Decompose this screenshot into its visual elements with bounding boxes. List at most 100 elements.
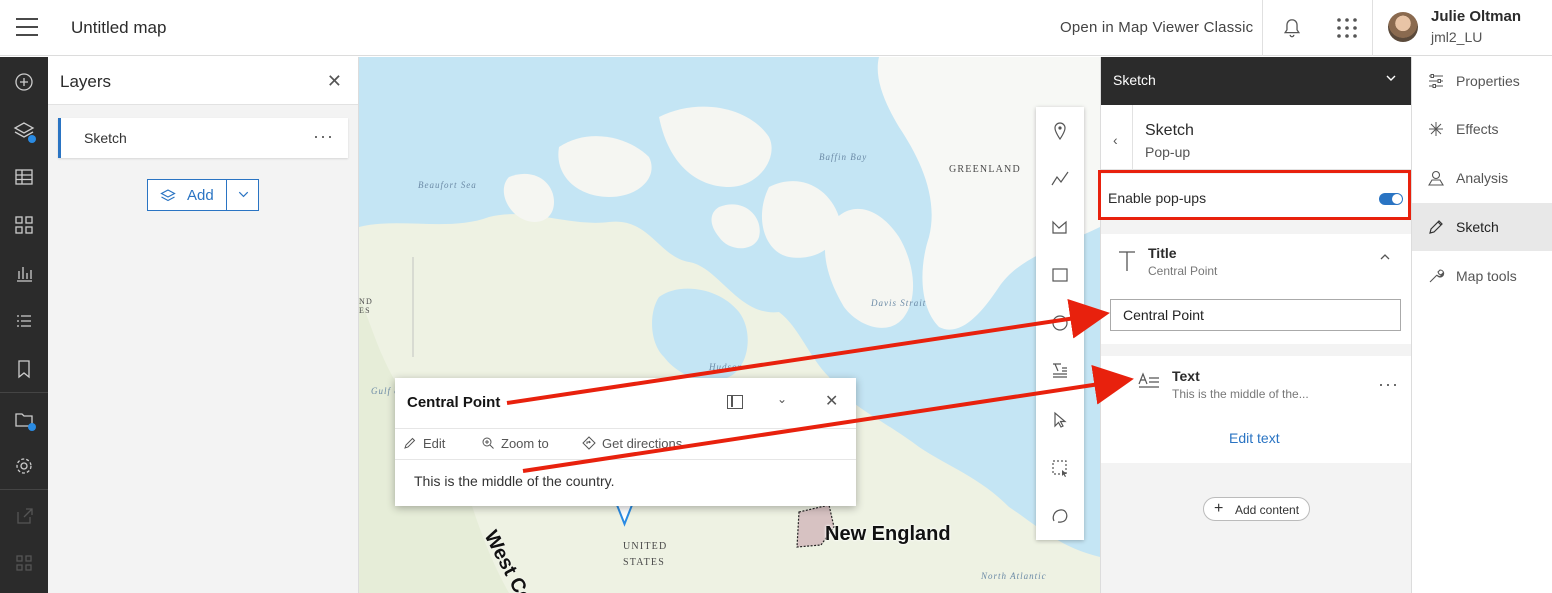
add-button-label: Add xyxy=(187,187,214,204)
add-dropdown-button[interactable] xyxy=(226,179,259,211)
rectangle-tool-icon[interactable] xyxy=(1050,265,1070,285)
title-element-card: Title Central Point xyxy=(1101,234,1412,344)
popup-title: Central Point xyxy=(407,394,501,411)
app-launcher-icon[interactable] xyxy=(1336,17,1358,39)
panel-title: Sketch xyxy=(1145,122,1194,139)
chevron-up-icon[interactable] xyxy=(1380,252,1390,262)
select-pointer-icon[interactable] xyxy=(1050,410,1070,430)
add-content-button[interactable]: + Add content xyxy=(1203,497,1310,521)
bookmark-icon[interactable] xyxy=(12,357,36,381)
dock-icon[interactable] xyxy=(727,395,743,409)
expand-grid-icon[interactable] xyxy=(12,551,36,575)
rectangle-select-icon[interactable] xyxy=(1050,458,1070,478)
map-label-baffin-bay: Baffin Bay xyxy=(819,152,868,162)
rail-item-label: Analysis xyxy=(1456,170,1509,186)
rail-item-map-tools[interactable]: Map tools xyxy=(1412,252,1552,300)
add-layer-button[interactable]: Add xyxy=(147,179,227,211)
text-tool-icon[interactable] xyxy=(1050,361,1070,381)
rail-item-label: Effects xyxy=(1456,121,1499,137)
zoom-to-action-label: Zoom to xyxy=(501,436,549,451)
zoom-in-icon xyxy=(482,437,494,449)
active-indicator xyxy=(28,135,36,143)
rail-item-label: Map tools xyxy=(1456,268,1517,284)
directions-icon xyxy=(582,436,596,450)
pen-icon xyxy=(1429,220,1443,234)
sliders-icon xyxy=(1429,74,1443,88)
title-input[interactable] xyxy=(1110,299,1401,331)
pencil-icon xyxy=(404,437,416,449)
layer-selector-dropdown[interactable]: Sketch xyxy=(1101,57,1412,105)
map-label-new-england: New England xyxy=(825,523,951,545)
map-title[interactable]: Untitled map xyxy=(71,18,166,38)
close-icon[interactable]: ✕ xyxy=(825,391,838,411)
polyline-tool-icon[interactable] xyxy=(1050,169,1070,189)
zoom-to-action[interactable]: Zoom to xyxy=(481,436,549,451)
sketch-toolbar xyxy=(1036,107,1084,540)
layers-panel: Layers ✕ Sketch ··· Add xyxy=(48,57,359,593)
rail-divider xyxy=(0,489,48,490)
text-element-card: Text This is the middle of the... ··· Ed… xyxy=(1101,356,1412,463)
map-view[interactable]: Beaufort Sea Baffin Bay GREENLAND Davis … xyxy=(359,57,1100,593)
left-rail xyxy=(0,57,48,593)
layers-icon[interactable] xyxy=(12,119,36,143)
open-classic-link[interactable]: Open in Map Viewer Classic xyxy=(1060,19,1253,36)
active-indicator xyxy=(28,423,36,431)
user-id: jml2_LU xyxy=(1431,29,1483,45)
rail-divider xyxy=(0,392,48,393)
chevron-down-icon[interactable]: ⌄ xyxy=(777,392,787,406)
map-label-united-states: UNITED STATES xyxy=(623,541,668,568)
rail-item-analysis[interactable]: Analysis xyxy=(1412,154,1552,202)
circle-tool-icon[interactable] xyxy=(1050,313,1070,333)
map-label-hudson: Hudson xyxy=(709,362,744,372)
settings-gear-icon[interactable] xyxy=(12,454,36,478)
analysis-icon xyxy=(1428,170,1444,186)
sketch-panel: Sketch ‹ Sketch Pop-up Enable pop-ups Ti… xyxy=(1098,57,1412,593)
back-arrow-icon[interactable]: ‹ xyxy=(1113,132,1118,148)
right-rail: Properties Effects Analysis Sketch Map t… xyxy=(1411,57,1552,593)
rail-item-sketch[interactable]: Sketch xyxy=(1412,203,1552,251)
edit-action[interactable]: Edit xyxy=(403,436,445,451)
basemap xyxy=(359,57,1100,593)
rail-item-properties[interactable]: Properties xyxy=(1412,57,1552,105)
tables-icon[interactable] xyxy=(12,165,36,189)
top-bar: Untitled map Open in Map Viewer Classic … xyxy=(0,0,1552,56)
title-text-icon xyxy=(1119,251,1135,271)
polygon-tool-icon[interactable] xyxy=(1050,217,1070,237)
charts-icon[interactable] xyxy=(12,262,36,286)
annotation-highlight-box xyxy=(1098,170,1411,220)
edit-action-label: Edit xyxy=(423,436,446,451)
title-element-label: Title xyxy=(1148,245,1177,261)
avatar[interactable] xyxy=(1388,12,1418,42)
point-tool-icon[interactable] xyxy=(1050,121,1070,141)
legend-icon[interactable] xyxy=(12,213,36,237)
panel-subtitle: Pop-up xyxy=(1145,144,1191,160)
popup-actions: Edit Zoom to Get directions xyxy=(395,428,856,460)
map-label-davis-strait: Davis Strait xyxy=(871,298,927,308)
save-folder-icon[interactable] xyxy=(12,407,36,431)
layer-selector-label: Sketch xyxy=(1113,72,1156,88)
add-layer-icon[interactable] xyxy=(12,70,36,94)
share-icon[interactable] xyxy=(12,504,36,528)
close-icon[interactable]: ✕ xyxy=(327,71,342,92)
get-directions-action-label: Get directions xyxy=(602,436,683,451)
more-options-icon[interactable]: ··· xyxy=(1378,374,1399,395)
sparkle-icon xyxy=(1429,122,1443,136)
user-name[interactable]: Julie Oltman xyxy=(1431,8,1521,25)
menu-icon[interactable] xyxy=(16,18,38,36)
rail-item-label: Properties xyxy=(1456,73,1520,89)
panel-subheader: ‹ Sketch Pop-up xyxy=(1101,105,1412,170)
title-element-sub: Central Point xyxy=(1148,264,1218,278)
notifications-bell-icon[interactable] xyxy=(1281,16,1303,40)
layer-item-sketch[interactable]: Sketch ··· xyxy=(58,118,348,158)
layer-item-label: Sketch xyxy=(84,130,127,146)
text-element-label: Text xyxy=(1172,368,1200,384)
edit-text-link[interactable]: Edit text xyxy=(1229,430,1280,446)
lasso-select-icon[interactable] xyxy=(1050,506,1070,526)
rail-item-effects[interactable]: Effects xyxy=(1412,105,1552,153)
layers-title: Layers xyxy=(60,72,112,91)
list-icon[interactable] xyxy=(12,310,36,334)
get-directions-action[interactable]: Get directions xyxy=(582,436,682,451)
map-label-beaufort-sea: Beaufort Sea xyxy=(418,180,477,190)
more-options-icon[interactable]: ··· xyxy=(313,126,334,147)
text-element-sub: This is the middle of the... xyxy=(1172,387,1309,401)
